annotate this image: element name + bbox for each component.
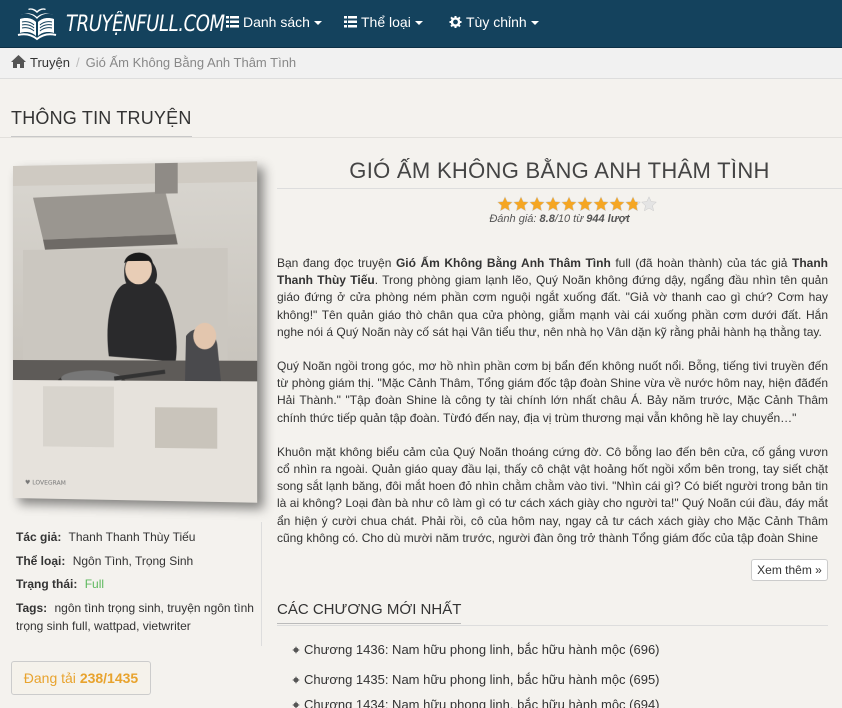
list-icon <box>344 16 357 28</box>
breadcrumb: Truyện / Gió Ấm Không Bằng Anh Thâm Tình <box>0 48 842 79</box>
book-cover-image: ♥ LOVEGRAM <box>13 161 258 503</box>
rating-value: 8.8 <box>539 213 555 225</box>
desc-title: Gió Ấm Không Bằng Anh Thâm Tình <box>395 256 611 270</box>
nav-label: Thể loại <box>361 14 411 30</box>
latest-chapters-title: CÁC CHƯƠNG MỚI NHẤT <box>277 601 462 624</box>
description-paragraph: Khuôn mặt không biểu cảm của Quý Noãn th… <box>277 444 828 545</box>
chapter-item[interactable]: Chương 1435: Nam hữu phong linh, bắc hữu… <box>292 672 660 687</box>
caret-down-icon <box>313 21 322 26</box>
section-divider <box>0 137 842 138</box>
cover-illustration: ♥ LOVEGRAM <box>13 161 258 503</box>
star-icon[interactable] <box>609 196 625 212</box>
home-icon <box>11 55 26 68</box>
story-title: GIÓ ẤM KHÔNG BẰNG ANH THÂM TÌNH <box>349 158 770 183</box>
rating-max: /10 <box>554 213 571 225</box>
author-label: Tác giả: <box>16 530 62 544</box>
posting-count: 238/1435 <box>79 670 139 686</box>
rating-from: từ <box>570 213 587 225</box>
tag-links[interactable]: ngôn tình trọng sinh, truyện ngôn tình t… <box>16 601 254 633</box>
section-title: THÔNG TIN TRUYỆN <box>11 108 192 137</box>
description-paragraph: Bạn đang đọc truyện Gió Ấm Không Bằng An… <box>277 255 828 341</box>
genre-row: Thể loại: Ngôn Tình, Trọng Sinh <box>16 552 256 570</box>
desc-text: full (đã hoàn thành) của tác giả <box>610 256 792 270</box>
open-book-logo-icon <box>17 8 57 41</box>
rating-prefix: Đánh giá: <box>489 213 540 225</box>
genre-links[interactable]: Ngôn Tình, Trọng Sinh <box>73 554 194 568</box>
chapters-divider <box>277 625 828 626</box>
show-more-button[interactable]: Xem thêm » <box>751 559 828 581</box>
logo-text: TRUYỆNFULL.COM <box>66 11 225 37</box>
site-logo[interactable]: TRUYỆNFULL.COM <box>16 4 260 44</box>
star-icon[interactable] <box>545 196 561 212</box>
tags-label: Tags: <box>16 601 48 615</box>
star-icon[interactable] <box>641 196 657 212</box>
rating-text: Đánh giá: 8.8/10 từ 944 lượt <box>277 213 842 225</box>
status-row: Trạng thái: Full <box>16 575 256 593</box>
rating-stars[interactable] <box>497 196 657 212</box>
desc-text: Bạn đang đọc truyện <box>277 256 396 270</box>
nav-label: Danh sách <box>243 14 310 30</box>
star-icon[interactable] <box>577 196 593 212</box>
status-label: Trạng thái: <box>16 577 78 591</box>
list-icon <box>226 16 239 28</box>
chapter-item[interactable]: Chương 1436: Nam hữu phong linh, bắc hữu… <box>292 642 660 657</box>
bullet-icon <box>292 646 300 654</box>
caret-down-icon <box>530 21 539 26</box>
bullet-icon <box>292 701 300 708</box>
star-icon[interactable] <box>625 196 641 212</box>
breadcrumb-home-link[interactable]: Truyện <box>30 55 70 70</box>
svg-text:♥ LOVEGRAM: ♥ LOVEGRAM <box>25 479 66 487</box>
top-navbar: TRUYỆNFULL.COM Danh sách Thể loại Tùy ch… <box>0 0 842 48</box>
info-divider <box>261 522 262 646</box>
chapter-link[interactable]: Chương 1436: Nam hữu phong linh, bắc hữu… <box>304 642 660 657</box>
star-icon[interactable] <box>529 196 545 212</box>
star-icon[interactable] <box>513 196 529 212</box>
status-value: Full <box>84 577 105 591</box>
nav-danh-sach[interactable]: Danh sách <box>226 0 322 46</box>
breadcrumb-separator: / <box>75 55 80 70</box>
author-link[interactable]: Thanh Thanh Thùy Tiếu <box>68 530 195 544</box>
chapter-link[interactable]: Chương 1435: Nam hữu phong linh, bắc hữu… <box>304 672 660 687</box>
gear-icon <box>449 16 462 28</box>
tags-row: Tags: ngôn tình trọng sinh, truyện ngôn … <box>16 599 256 635</box>
star-icon[interactable] <box>497 196 513 212</box>
author-row: Tác giả: Thanh Thanh Thùy Tiếu <box>16 528 256 546</box>
genre-label: Thể loại: <box>16 554 66 568</box>
story-description: Bạn đang đọc truyện Gió Ấm Không Bằng An… <box>277 255 828 557</box>
chapter-link[interactable]: Chương 1434: Nam hữu phong linh, bắc hữu… <box>304 697 660 708</box>
nav-tuy-chinh[interactable]: Tùy chỉnh <box>449 0 539 46</box>
caret-down-icon <box>414 21 423 26</box>
description-paragraph: Quý Noãn ngồi trong góc, mơ hồ nhìn phần… <box>277 359 828 425</box>
posting-status-badge[interactable]: Đang tải 238/1435 <box>11 661 151 695</box>
chapter-item[interactable]: Chương 1434: Nam hữu phong linh, bắc hữu… <box>292 697 660 708</box>
story-title-divider <box>277 188 842 189</box>
breadcrumb-current[interactable]: Gió Ấm Không Bằng Anh Thâm Tình <box>86 55 297 70</box>
nav-the-loai[interactable]: Thể loại <box>344 0 423 46</box>
star-icon[interactable] <box>561 196 577 212</box>
rating-count: 944 lượt <box>586 213 630 225</box>
star-icon[interactable] <box>593 196 609 212</box>
posting-prefix: Đang tải <box>23 670 80 686</box>
nav-label: Tùy chỉnh <box>466 14 527 30</box>
bullet-icon <box>292 676 300 684</box>
